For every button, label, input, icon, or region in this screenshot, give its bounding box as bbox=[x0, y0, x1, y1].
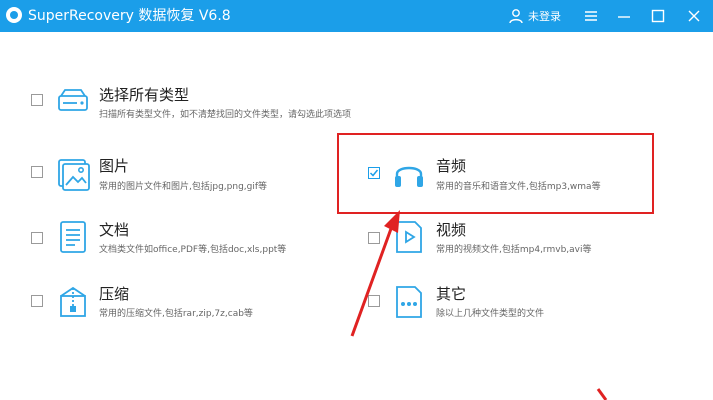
option-title: 图片 bbox=[99, 157, 130, 175]
checkbox-documents[interactable] bbox=[31, 232, 43, 244]
video-icon bbox=[396, 221, 422, 253]
option-title: 其它 bbox=[436, 285, 467, 303]
document-icon bbox=[60, 221, 86, 253]
option-title: 文档 bbox=[99, 221, 130, 239]
minimize-button[interactable] bbox=[614, 6, 634, 26]
option-desc: 文档类文件如office,PDF等,包括doc,xls,ppt等 bbox=[99, 245, 287, 255]
option-title: 压缩 bbox=[99, 285, 130, 303]
checkbox-archives[interactable] bbox=[31, 295, 43, 307]
more-icon bbox=[396, 286, 422, 318]
option-title: 选择所有类型 bbox=[99, 86, 190, 104]
checkbox-video[interactable] bbox=[368, 232, 380, 244]
minimize-icon bbox=[618, 16, 630, 18]
maximize-icon bbox=[651, 9, 665, 23]
image-icon bbox=[58, 159, 90, 191]
user-icon bbox=[509, 9, 523, 24]
option-desc: 常用的压缩文件,包括rar,zip,7z,cab等 bbox=[99, 309, 253, 319]
maximize-button[interactable] bbox=[648, 6, 668, 26]
option-desc: 除以上几种文件类型的文件 bbox=[436, 309, 545, 319]
close-button[interactable] bbox=[684, 6, 704, 26]
close-icon bbox=[688, 10, 700, 22]
option-title: 视频 bbox=[436, 221, 467, 239]
option-desc: 常用的视频文件,包括mp4,rmvb,avi等 bbox=[436, 245, 592, 255]
title-bar: SuperRecovery 数据恢复 V6.8 未登录 bbox=[0, 0, 713, 32]
drive-icon bbox=[58, 89, 88, 111]
option-desc: 扫描所有类型文件，如不清楚找回的文件类型，请勾选此项选项 bbox=[99, 110, 352, 120]
menu-button[interactable] bbox=[581, 6, 601, 26]
window-title: SuperRecovery 数据恢复 V6.8 bbox=[28, 8, 231, 24]
menu-icon bbox=[585, 11, 597, 21]
app-logo-icon bbox=[6, 7, 22, 23]
annotation-arrow-tail bbox=[596, 388, 608, 400]
archive-icon bbox=[60, 286, 86, 317]
option-desc: 常用的图片文件和图片,包括jpg,png,gif等 bbox=[99, 182, 268, 192]
annotation-highlight-box bbox=[337, 133, 654, 214]
login-label: 未登录 bbox=[528, 10, 561, 23]
checkbox-all-types[interactable] bbox=[31, 94, 43, 106]
login-button[interactable]: 未登录 bbox=[508, 6, 561, 26]
checkbox-other[interactable] bbox=[368, 295, 380, 307]
checkbox-images[interactable] bbox=[31, 166, 43, 178]
